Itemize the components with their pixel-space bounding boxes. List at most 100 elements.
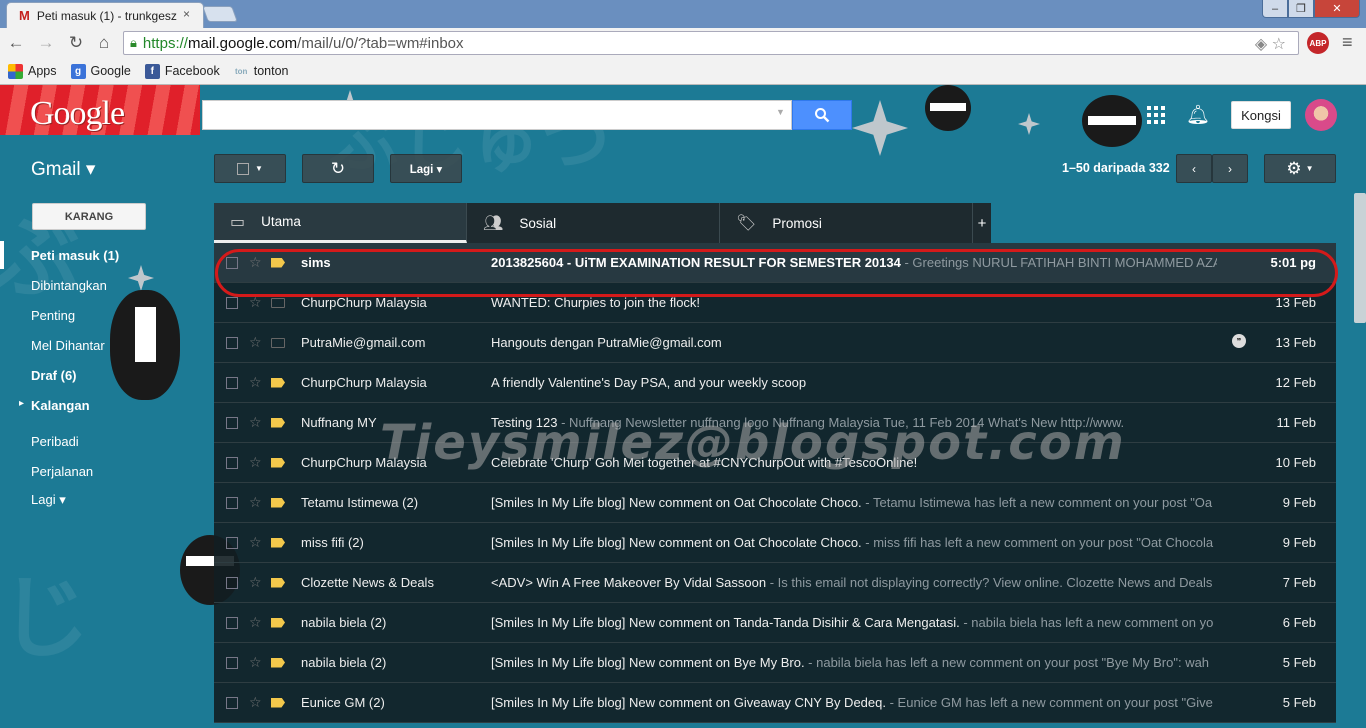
email-subject-line: Hangouts dengan PutraMie@gmail.com	[491, 335, 1217, 350]
row-checkbox[interactable]	[226, 576, 238, 589]
tab-primary[interactable]: ▭ Utama	[214, 203, 467, 243]
settings-button[interactable]: ⚙︎ ▼	[1264, 154, 1336, 183]
apps-grid-icon	[8, 63, 23, 79]
table-row[interactable]: ☆ Clozette News & Deals <ADV> Win A Free…	[214, 563, 1336, 603]
nav-travel[interactable]: Perjalanan	[31, 464, 93, 479]
browser-menu-icon[interactable]: ≡	[1342, 32, 1353, 53]
table-row[interactable]: ☆ nabila biela (2) [Smiles In My Life bl…	[214, 603, 1336, 643]
gmail-product-switcher[interactable]: Gmail ▾	[31, 158, 95, 181]
star-icon[interactable]: ☆	[249, 654, 265, 671]
window-minimize-button[interactable]: –	[1262, 0, 1288, 18]
table-row[interactable]: ☆ PutraMie@gmail.com Hangouts dengan Put…	[214, 323, 1336, 363]
row-checkbox[interactable]	[226, 376, 238, 389]
table-row[interactable]: ☆ ChurpChurp Malaysia A friendly Valenti…	[214, 363, 1336, 403]
search-options-icon[interactable]: ▼	[776, 107, 785, 117]
bookmark-facebook[interactable]: f Facebook	[144, 63, 220, 79]
notifications-bell-icon[interactable]: 🔔︎	[1186, 103, 1210, 127]
forward-arrow-icon[interactable]: →	[34, 33, 58, 53]
star-icon[interactable]: ☆	[249, 534, 265, 551]
row-checkbox[interactable]	[226, 696, 238, 709]
select-all-button[interactable]: ▼	[214, 154, 286, 183]
email-subject-line: 2013825604 - UiTM EXAMINATION RESULT FOR…	[491, 255, 1217, 270]
nav-inbox[interactable]: Peti masuk (1)	[31, 248, 119, 263]
email-date: 12 Feb	[1275, 375, 1316, 390]
importance-marker-icon[interactable]	[271, 657, 285, 668]
table-row[interactable]: ☆ Eunice GM (2) [Smiles In My Life blog]…	[214, 683, 1336, 723]
nav-starred[interactable]: Dibintangkan	[31, 278, 107, 293]
older-page-button[interactable]: ›	[1212, 154, 1248, 183]
importance-marker-icon[interactable]	[271, 257, 285, 268]
row-checkbox[interactable]	[226, 456, 238, 469]
star-icon[interactable]: ☆	[249, 414, 265, 431]
importance-marker-icon[interactable]	[271, 417, 285, 428]
search-input[interactable]	[202, 100, 792, 130]
back-arrow-icon[interactable]: ←	[4, 33, 28, 53]
star-icon[interactable]: ☆	[249, 374, 265, 391]
chevron-down-icon: ▼	[1305, 164, 1314, 173]
avatar[interactable]	[1305, 99, 1337, 131]
row-checkbox[interactable]	[226, 656, 238, 669]
window-maximize-button[interactable]: ❐	[1288, 0, 1314, 18]
adblock-icon[interactable]: ABP	[1307, 32, 1329, 54]
table-row[interactable]: ☆ nabila biela (2) [Smiles In My Life bl…	[214, 643, 1336, 683]
importance-marker-icon[interactable]	[271, 337, 285, 348]
row-checkbox[interactable]	[226, 496, 238, 509]
refresh-button[interactable]: ↻	[302, 154, 374, 183]
table-row[interactable]: ☆ ChurpChurp Malaysia WANTED: Churpies t…	[214, 283, 1336, 323]
compose-button[interactable]: KARANG	[32, 203, 146, 230]
tab-social[interactable]: 👥︎ Sosial	[467, 203, 720, 243]
apps-grid-icon[interactable]	[1147, 106, 1165, 124]
importance-marker-icon[interactable]	[271, 457, 285, 468]
address-bar[interactable]: 🔒︎ https:// mail.google.com /mail/u/0/?t…	[123, 31, 1299, 55]
row-checkbox[interactable]	[226, 336, 238, 349]
google-logo[interactable]: Google	[30, 95, 125, 133]
scrollbar[interactable]	[1354, 193, 1366, 323]
add-tab-button[interactable]: +	[973, 203, 991, 243]
importance-marker-icon[interactable]	[271, 497, 285, 508]
importance-marker-icon[interactable]	[271, 577, 285, 588]
reload-icon[interactable]: ↻	[64, 33, 88, 53]
more-actions-button[interactable]: Lagi ▾	[390, 154, 462, 183]
importance-marker-icon[interactable]	[271, 697, 285, 708]
importance-marker-icon[interactable]	[271, 537, 285, 548]
tab-promotions[interactable]: 🏷︎ Promosi	[720, 203, 973, 243]
nav-personal[interactable]: Peribadi	[31, 434, 79, 449]
table-row[interactable]: ☆ Tetamu Istimewa (2) [Smiles In My Life…	[214, 483, 1336, 523]
bookmark-google[interactable]: g Google	[70, 63, 131, 79]
importance-marker-icon[interactable]	[271, 617, 285, 628]
bookmark-apps[interactable]: Apps	[8, 63, 57, 79]
new-tab-button[interactable]	[202, 6, 238, 22]
row-checkbox[interactable]	[226, 616, 238, 629]
star-icon[interactable]: ☆	[249, 294, 265, 311]
home-icon[interactable]: ⌂	[92, 33, 116, 53]
newer-page-button[interactable]: ‹	[1176, 154, 1212, 183]
row-checkbox[interactable]	[226, 536, 238, 549]
nav-more[interactable]: Lagi ▾	[31, 492, 66, 508]
window-close-button[interactable]: ✕	[1314, 0, 1360, 18]
expand-triangle-icon[interactable]: ▸	[19, 398, 24, 409]
nav-sent[interactable]: Mel Dihantar	[31, 338, 105, 353]
importance-marker-icon[interactable]	[271, 297, 285, 308]
share-button[interactable]: Kongsi	[1231, 101, 1291, 129]
nav-circles[interactable]: Kalangan	[31, 398, 90, 413]
table-row[interactable]: ☆ sims 2013825604 - UiTM EXAMINATION RES…	[214, 243, 1336, 283]
star-icon[interactable]: ☆	[249, 254, 265, 271]
tab-close-icon[interactable]: ×	[183, 7, 190, 21]
nav-drafts[interactable]: Draf (6)	[31, 368, 77, 383]
star-icon[interactable]: ☆	[249, 334, 265, 351]
star-icon[interactable]: ☆	[249, 694, 265, 711]
row-checkbox[interactable]	[226, 416, 238, 429]
star-icon[interactable]: ☆	[249, 574, 265, 591]
star-icon[interactable]: ☆	[249, 494, 265, 511]
bookmark-tonton[interactable]: ton tonton	[234, 64, 288, 79]
star-icon[interactable]: ☆	[249, 614, 265, 631]
row-checkbox[interactable]	[226, 296, 238, 309]
table-row[interactable]: ☆ miss fifi (2) [Smiles In My Life blog]…	[214, 523, 1336, 563]
row-checkbox[interactable]	[226, 256, 238, 269]
search-button[interactable]	[792, 100, 852, 130]
browser-tab[interactable]: M Peti masuk (1) - trunkgesz	[6, 2, 204, 28]
star-icon[interactable]: ☆	[249, 454, 265, 471]
nav-important[interactable]: Penting	[31, 308, 75, 323]
importance-marker-icon[interactable]	[271, 377, 285, 388]
bookmark-star-icon[interactable]: ◈ ☆	[1255, 34, 1286, 54]
